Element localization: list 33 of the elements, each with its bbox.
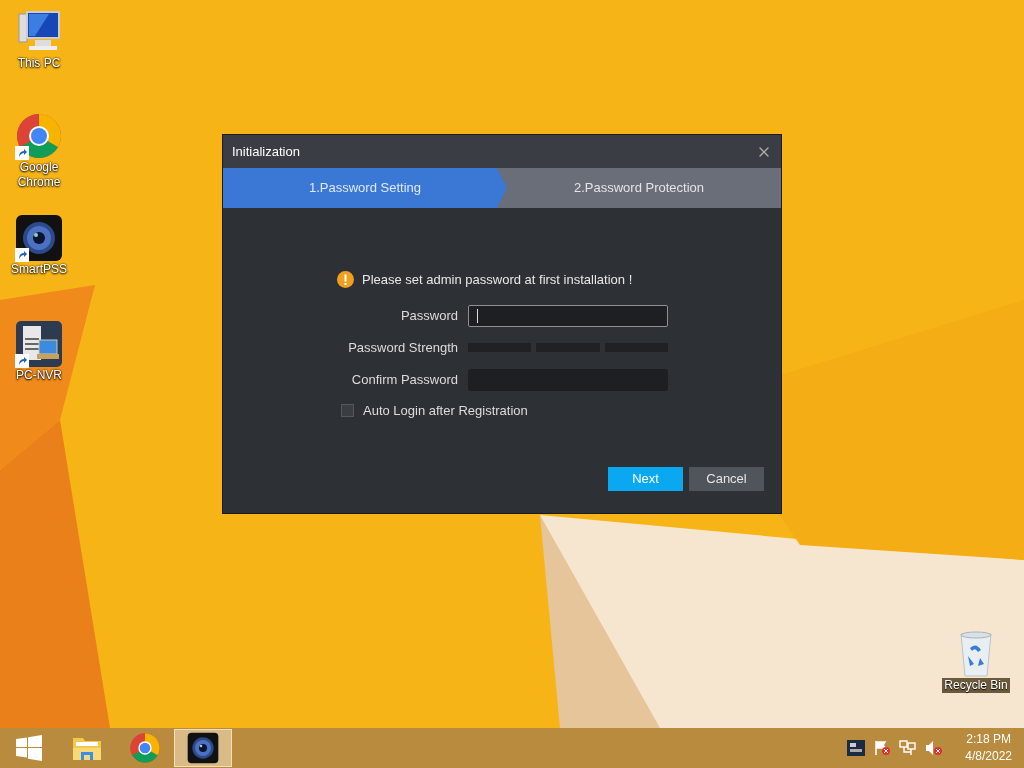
chrome-icon [15, 112, 63, 160]
step-tab[interactable]: 1.Password Setting [223, 168, 507, 208]
clock[interactable]: 2:18 PM 4/8/2022 [965, 731, 1012, 765]
field-label: Password Strength [347, 338, 458, 357]
notice-text: Please set admin password at first installation ! [362, 271, 633, 289]
clock-date: 4/8/2022 [965, 748, 1012, 765]
step-tab[interactable]: 2.Password Protection [497, 168, 781, 208]
desktop-icon-label[interactable]: Recycle Bin [942, 678, 1010, 693]
server-monitor-icon [15, 320, 63, 368]
next-button[interactable]: Next [608, 467, 683, 491]
password-field[interactable] [468, 304, 668, 327]
field-label: Password [399, 306, 458, 325]
volume-muted-icon[interactable] [925, 740, 944, 756]
field-label: Confirm Password [350, 370, 458, 389]
chrome-icon [129, 732, 161, 764]
taskbar-button[interactable] [174, 729, 232, 767]
desktop-icon-label[interactable]: PC-NVR [16, 368, 62, 383]
camera-lens-icon [15, 214, 63, 262]
warning-icon [337, 271, 354, 289]
checkbox[interactable] [341, 403, 354, 417]
text-cursor [477, 308, 478, 323]
network-icon[interactable] [899, 740, 918, 756]
flag-error-icon[interactable] [873, 740, 892, 756]
desktop-icon-label[interactable]: SmartPSS [11, 262, 67, 277]
windows-logo-icon [16, 735, 42, 761]
checkbox-label: Auto Login after Registration [363, 401, 528, 420]
cancel-button[interactable]: Cancel [689, 467, 764, 491]
desktop-icon-label[interactable]: This PC [17, 56, 61, 71]
camera-lens-icon [187, 732, 219, 764]
clock-time: 2:18 PM [966, 731, 1011, 748]
desktop-icon-label[interactable]: Google Chrome [4, 160, 74, 190]
app-tray-icon[interactable] [847, 740, 866, 756]
window-title: Initialization [232, 142, 300, 161]
